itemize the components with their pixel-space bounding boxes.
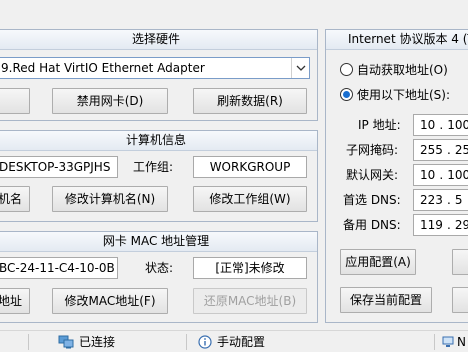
rename-computer-button[interactable]: 修改计算机名(N)	[52, 186, 168, 212]
mac-panel-title: 网卡 MAC 地址管理	[0, 232, 317, 252]
network-icon	[58, 335, 74, 349]
subnet-mask-field[interactable]: 255.255	[413, 139, 468, 161]
apply-config-button[interactable]: 应用配置(A)	[340, 249, 416, 275]
computer-panel-title: 计算机信息	[0, 131, 317, 151]
ip-address-seg1: 10	[420, 118, 436, 132]
adapter-select[interactable]: 9.Red Hat VirtIO Ethernet Adapter	[0, 57, 310, 79]
gateway-dot: .	[439, 168, 444, 182]
disable-nic-button[interactable]: 禁用网卡(D)	[52, 88, 168, 114]
mac-left-button[interactable]: 地址	[0, 288, 30, 314]
manual-ip-radio-dot[interactable]	[340, 88, 353, 101]
status-separator	[434, 334, 435, 350]
ipv4-right-button-2[interactable]	[452, 287, 468, 313]
subnet-mask-seg2: 255	[454, 143, 468, 157]
primary-dns-field[interactable]: 223. 5	[413, 189, 468, 211]
change-workgroup-button[interactable]: 修改工作组(W)	[193, 186, 307, 212]
status-manual-config-label: 手动配置	[217, 335, 266, 349]
primary-dns-seg2: 5	[454, 193, 463, 207]
rename-computer-label: 修改计算机名(N)	[64, 192, 156, 206]
secondary-dns-seg2: 29	[454, 218, 468, 232]
auto-ip-radio[interactable]: 自动获取地址(O)	[340, 61, 448, 78]
computer-name-value: DESKTOP-33GPJHS	[0, 160, 111, 174]
status-separator	[186, 334, 187, 350]
mac-status-value: [正常]未修改	[215, 261, 285, 275]
status-connected-label: 已连接	[79, 335, 116, 349]
auto-ip-radio-dot[interactable]	[340, 63, 353, 76]
change-workgroup-label: 修改工作组(W)	[209, 192, 291, 206]
secondary-dns-field[interactable]: 119.29	[413, 214, 468, 236]
workgroup-label: 工作组:	[133, 160, 174, 174]
adapter-select-value: 9.Red Hat VirtIO Ethernet Adapter	[1, 61, 205, 75]
primary-dns-dot: .	[446, 193, 451, 207]
status-bar: 已连接 手动配置 N	[0, 330, 468, 352]
restore-mac-label: 还原MAC地址(B)	[203, 294, 297, 308]
subnet-mask-seg1: 255	[420, 143, 443, 157]
ipv4-right-button-1[interactable]	[452, 249, 468, 275]
mac-status-label: 状态:	[145, 261, 174, 275]
status-connected: 已连接	[58, 333, 115, 351]
subnet-mask-label: 子网掩码:	[346, 143, 399, 157]
mac-field[interactable]: BC-24-11-C4-10-0B	[0, 257, 118, 279]
computer-left-label: 机名	[0, 192, 22, 206]
secondary-dns-seg1: 119	[420, 218, 443, 232]
info-icon	[198, 335, 212, 349]
computer-name-field[interactable]: DESKTOP-33GPJHS	[0, 156, 118, 178]
ip-address-label: IP 地址:	[358, 118, 401, 132]
manual-ip-label: 使用以下地址(S):	[357, 88, 451, 102]
manual-ip-radio[interactable]: 使用以下地址(S):	[340, 86, 450, 103]
save-config-label: 保存当前配置	[349, 293, 422, 307]
ip-address-dot: .	[439, 118, 444, 132]
secondary-dns-dot: .	[446, 218, 451, 232]
save-config-button[interactable]: 保存当前配置	[340, 287, 432, 313]
computer-left-button[interactable]: 机名	[0, 186, 30, 212]
status-separator	[28, 334, 29, 350]
apply-config-label: 应用配置(A)	[345, 255, 411, 269]
hardware-panel-title: 选择硬件	[0, 30, 317, 50]
subnet-mask-dot: .	[446, 143, 451, 157]
gateway-field[interactable]: 10. 100	[413, 164, 468, 186]
secondary-dns-label: 备用 DNS:	[343, 218, 401, 232]
restore-mac-button[interactable]: 还原MAC地址(B)	[193, 288, 307, 314]
gateway-label: 默认网关:	[346, 168, 399, 182]
gateway-seg1: 10	[420, 168, 436, 182]
status-manual-config: 手动配置	[198, 333, 265, 351]
mac-left-label: 地址	[0, 294, 22, 308]
chevron-down-icon[interactable]	[291, 58, 309, 78]
status-right-partial-label: N	[457, 335, 466, 349]
change-mac-button[interactable]: 修改MAC地址(F)	[52, 288, 168, 314]
status-right-partial: N	[442, 333, 466, 351]
primary-dns-label: 首选 DNS:	[343, 193, 401, 207]
monitor-icon	[442, 336, 454, 348]
change-mac-label: 修改MAC地址(F)	[64, 294, 156, 308]
ip-address-field[interactable]: 10. 100	[413, 114, 468, 136]
ip-address-seg2: 100	[447, 118, 468, 132]
refresh-label: 刷新数据(R)	[217, 94, 283, 108]
workgroup-value: WORKGROUP	[209, 160, 291, 174]
hardware-left-button[interactable]	[0, 88, 30, 114]
auto-ip-label: 自动获取地址(O)	[357, 63, 448, 77]
refresh-button[interactable]: 刷新数据(R)	[193, 88, 307, 114]
workgroup-field[interactable]: WORKGROUP	[193, 156, 307, 178]
disable-nic-label: 禁用网卡(D)	[76, 94, 144, 108]
mac-value: BC-24-11-C4-10-0B	[0, 261, 115, 275]
ipv4-panel-title: Internet 协议版本 4 (T(	[326, 30, 468, 50]
gateway-seg2: 100	[447, 168, 468, 182]
mac-status-field: [正常]未修改	[193, 257, 307, 279]
primary-dns-seg1: 223	[420, 193, 443, 207]
